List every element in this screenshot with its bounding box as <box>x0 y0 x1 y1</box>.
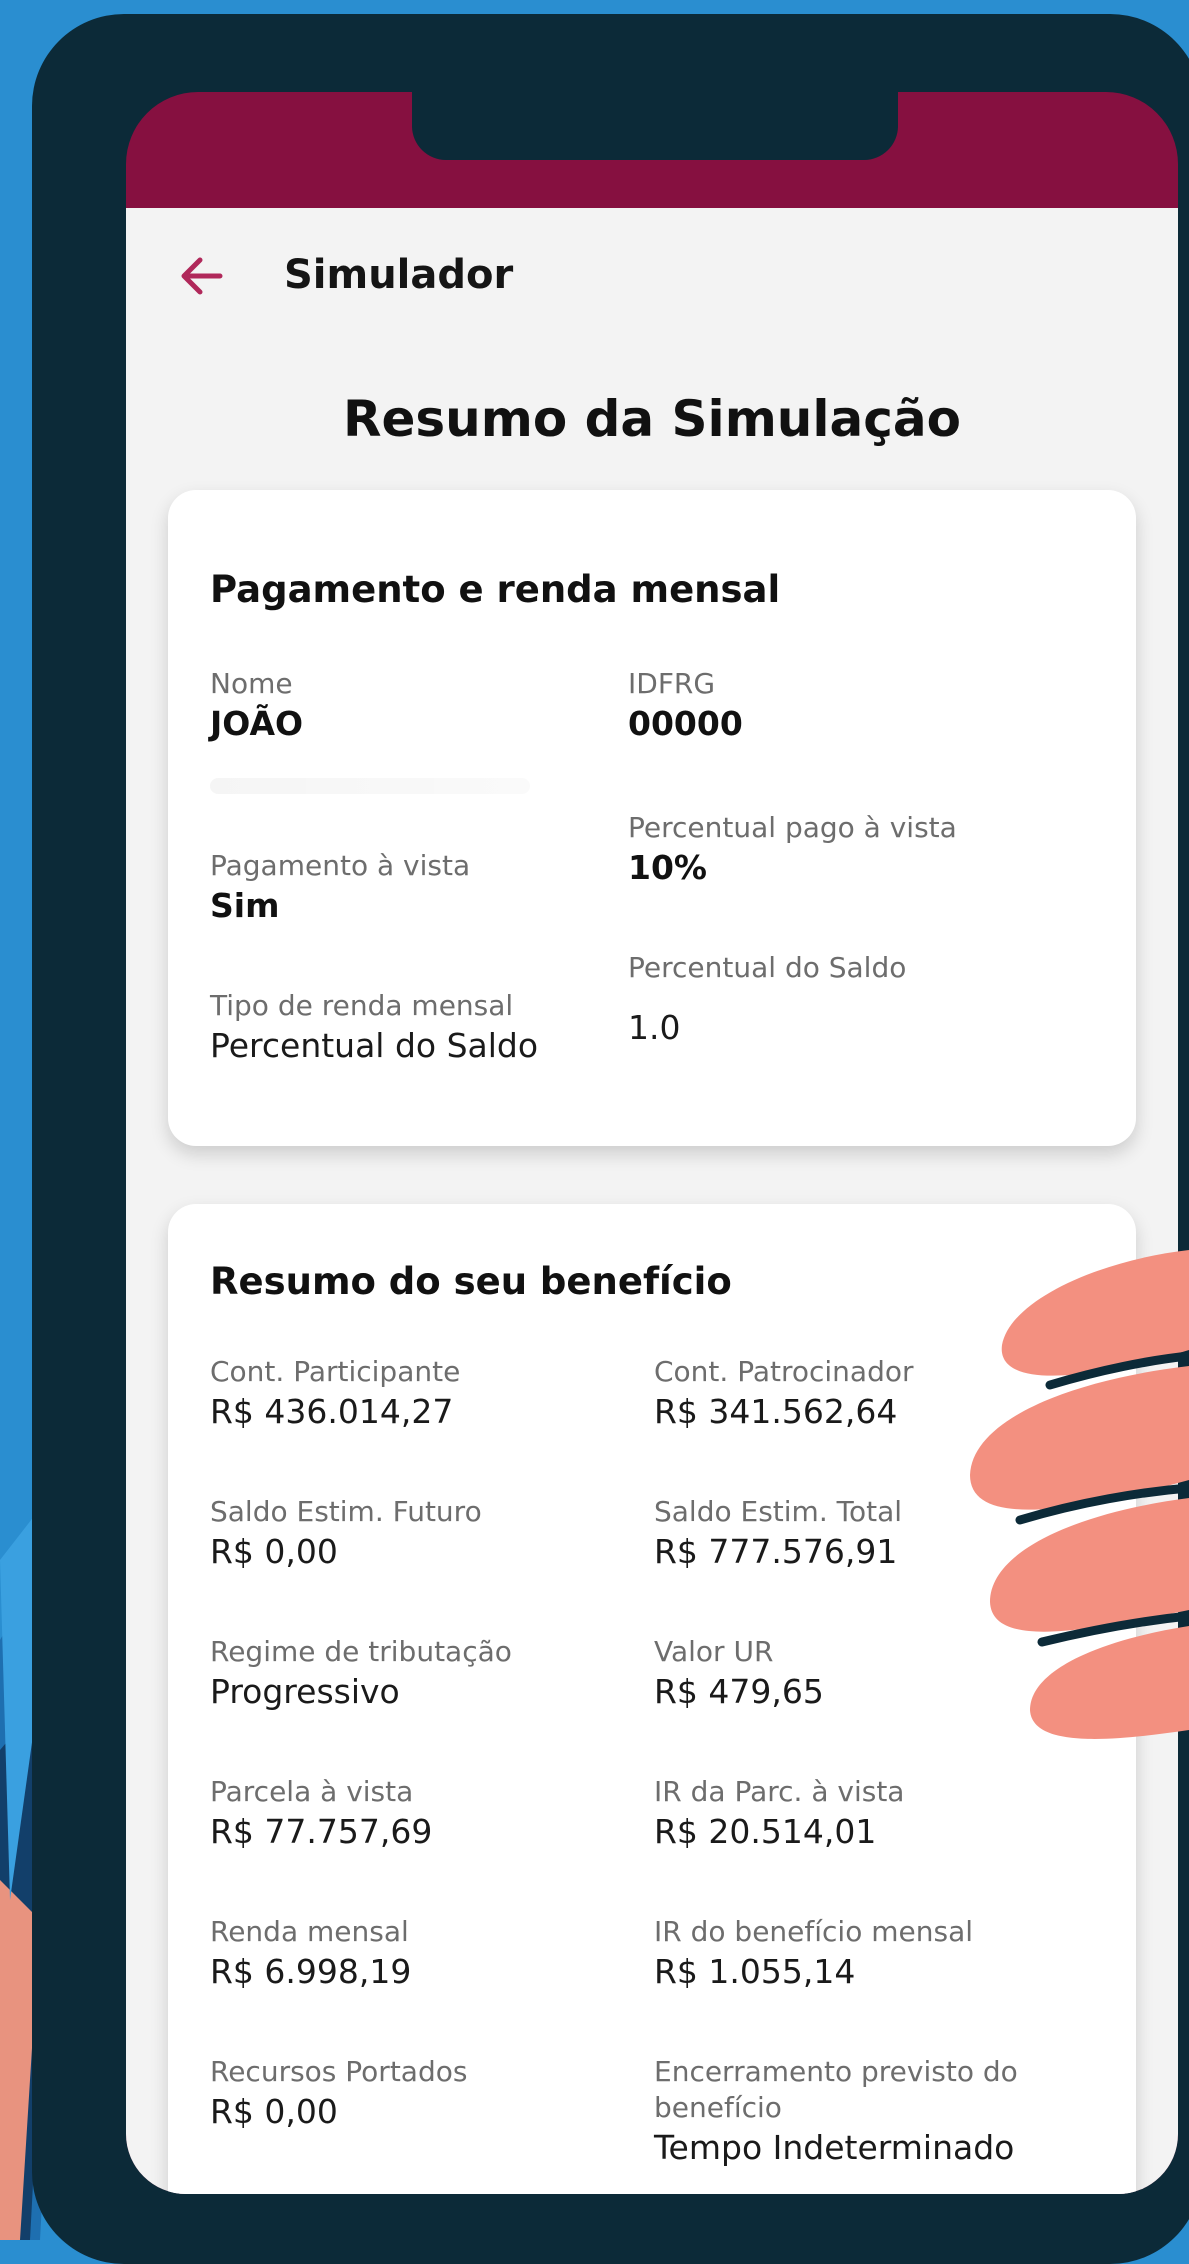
card-title: Pagamento e renda mensal <box>210 568 781 611</box>
phone-screen: Simulador Resumo da Simulação Pagamento … <box>126 92 1178 2194</box>
field-value: R$ 0,00 <box>210 1532 338 1571</box>
field-value: 00000 <box>628 704 743 743</box>
field-pagamento-vista: Pagamento à vista Sim <box>210 848 650 928</box>
phone-notch <box>412 92 898 160</box>
field-saldo-futuro: Saldo Estim. Futuro R$ 0,00 <box>210 1494 650 1574</box>
field-value: R$ 436.014,27 <box>210 1392 454 1431</box>
field-label: Saldo Estim. Futuro <box>210 1495 482 1528</box>
field-percentual-pago: Percentual pago à vista 10% <box>628 810 1068 890</box>
phone-frame: Simulador Resumo da Simulação Pagamento … <box>32 14 1189 2264</box>
field-value: R$ 77.757,69 <box>210 1812 433 1851</box>
field-idfrg: IDFRG 00000 <box>628 666 1068 746</box>
field-label: Renda mensal <box>210 1915 409 1948</box>
field-label: Percentual pago à vista <box>628 811 957 844</box>
page-title: Resumo da Simulação <box>342 390 962 448</box>
field-recursos-portados: Recursos Portados R$ 0,00 <box>210 2054 650 2134</box>
field-percentual-saldo: Percentual do Saldo 1.0 <box>628 950 1068 1050</box>
field-regime-tributacao: Regime de tributação Progressivo <box>210 1634 650 1714</box>
field-value: R$ 1.055,14 <box>654 1952 856 1991</box>
field-nome: Nome JOÃO <box>210 666 650 746</box>
arrow-left-icon <box>181 257 223 295</box>
field-parcela-vista: Parcela à vista R$ 77.757,69 <box>210 1774 650 1854</box>
field-label: IR do benefício mensal <box>654 1915 974 1948</box>
field-renda-mensal: Renda mensal R$ 6.998,19 <box>210 1914 650 1994</box>
field-label: Tipo de renda mensal <box>210 989 514 1022</box>
field-value: R$ 20.514,01 <box>654 1812 877 1851</box>
field-ir-parcela: IR da Parc. à vista R$ 20.514,01 <box>654 1774 1094 1854</box>
app-content: Simulador Resumo da Simulação Pagamento … <box>126 208 1178 2194</box>
field-value: 1.0 <box>628 1008 681 1047</box>
field-label: Encerramento previsto do benefício <box>654 2055 1018 2124</box>
hand-illustration <box>970 1250 1189 1739</box>
field-cont-participante: Cont. Participante R$ 436.014,27 <box>210 1354 650 1434</box>
field-value: Tempo Indeterminado <box>654 2128 1015 2167</box>
field-label: Cont. Participante <box>210 1355 461 1388</box>
field-value: JOÃO <box>210 704 304 743</box>
top-app-bar: Simulador <box>126 208 1178 358</box>
field-label: IDFRG <box>628 667 716 700</box>
card-title: Resumo do seu benefício <box>210 1260 732 1303</box>
field-label: Pagamento à vista <box>210 849 471 882</box>
field-value: R$ 6.998,19 <box>210 1952 412 1991</box>
field-encerramento: Encerramento previsto do benefício Tempo… <box>654 2054 1074 2170</box>
field-label: IR da Parc. à vista <box>654 1775 905 1808</box>
field-value: R$ 0,00 <box>210 2092 338 2131</box>
field-tipo-renda: Tipo de renda mensal Percentual do Saldo <box>210 988 650 1068</box>
field-ir-beneficio: IR do benefício mensal R$ 1.055,14 <box>654 1914 1094 1994</box>
field-value: Sim <box>210 886 280 925</box>
back-button[interactable] <box>166 240 238 312</box>
field-label: Recursos Portados <box>210 2055 468 2088</box>
app-bar-title: Simulador <box>284 252 514 298</box>
field-value: Progressivo <box>210 1672 400 1711</box>
field-value: 10% <box>628 848 707 887</box>
field-label: Nome <box>210 667 293 700</box>
field-label: Percentual do Saldo <box>628 951 907 984</box>
field-label: Parcela à vista <box>210 1775 414 1808</box>
field-label: Regime de tributação <box>210 1635 512 1668</box>
field-value: Percentual do Saldo <box>210 1026 539 1065</box>
blurred-field <box>210 778 530 794</box>
payment-summary-card: Pagamento e renda mensal Nome JOÃO IDFRG… <box>168 490 1136 1146</box>
